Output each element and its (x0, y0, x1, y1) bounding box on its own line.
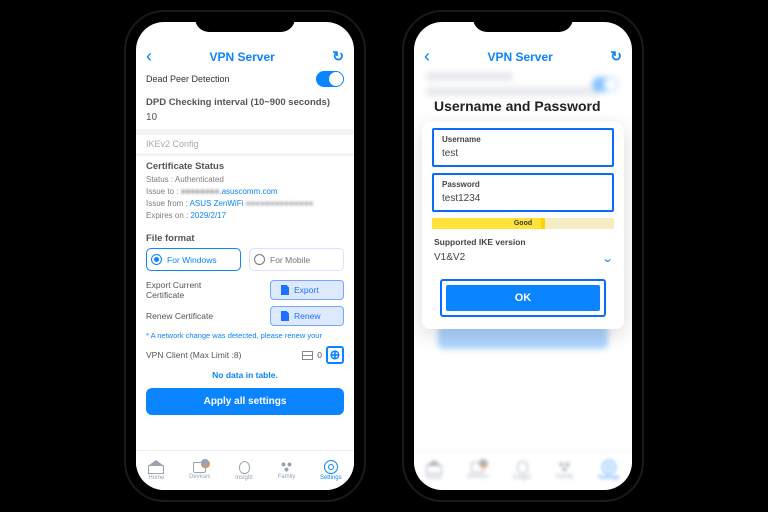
cert-issue-from: Issue from : ASUS ZenWiFi ■■■■■■■■■■■■■■ (146, 198, 344, 210)
ike-version-value: V1&V2 (434, 252, 465, 265)
refresh-icon[interactable]: ↻ (332, 48, 344, 65)
export-button[interactable]: Export (270, 280, 344, 300)
ikev2-config-label: IKEv2 Config (136, 135, 354, 153)
tab-family[interactable]: Family (278, 461, 296, 480)
document-icon (281, 285, 289, 295)
devices-badge: 1 (201, 460, 210, 468)
tab-insight[interactable]: Insight (513, 461, 531, 481)
password-strength: Good (432, 218, 614, 229)
dpd-label: Dead Peer Detection (146, 74, 230, 84)
vpn-client-row: VPN Client (Max Limit :8) 0 ⊕ (136, 340, 354, 366)
phone-right: ‹ VPN Server ↻ Username and Password Use… (404, 12, 642, 500)
header-title: VPN Server (209, 50, 274, 64)
renew-label: Renew Certificate (146, 311, 213, 321)
document-icon (281, 311, 289, 321)
screen-right: ‹ VPN Server ↻ Username and Password Use… (414, 22, 632, 490)
cert-lines: Status : Authenticated Issue to : ■■■■■■… (136, 174, 354, 228)
tab-settings[interactable]: Settings (320, 460, 342, 481)
cert-issue-to-link[interactable]: asuscomm.com (222, 187, 278, 196)
cert-status-label: Certificate Status (136, 156, 354, 174)
radio-icon (254, 254, 265, 265)
back-icon[interactable]: ‹ (146, 46, 152, 67)
home-icon (426, 465, 442, 474)
content: Dead Peer Detection DPD Checking interva… (136, 66, 354, 450)
dpd-interval-value[interactable]: 10 (136, 110, 354, 129)
tab-home[interactable]: Home (148, 460, 164, 481)
username-value: test (442, 144, 604, 159)
devices-icon: 1 (193, 462, 206, 473)
radio-label: For Windows (167, 255, 217, 265)
tab-home[interactable]: Home (426, 460, 442, 481)
tab-insight[interactable]: Insight (235, 461, 253, 481)
dpd-row: Dead Peer Detection (136, 66, 354, 92)
notch (195, 12, 295, 32)
devices-badge: 1 (479, 460, 488, 468)
cert-expires-link[interactable]: 2029/2/17 (190, 211, 226, 220)
tab-devices[interactable]: 1Devices (467, 462, 488, 480)
cert-issue-from-link[interactable]: ASUS ZenWiFi (190, 199, 244, 208)
dpd-toggle[interactable] (316, 71, 344, 87)
username-field[interactable]: Username test (432, 128, 614, 167)
notch (473, 12, 573, 32)
family-icon (557, 461, 572, 473)
table-icon (302, 351, 313, 360)
ok-button-highlight: OK (440, 279, 606, 317)
tab-bar: Home 1Devices Insight Family Settings (136, 450, 354, 490)
file-format-row: For Windows For Mobile (136, 246, 354, 277)
tab-bar: Home 1Devices Insight Family Settings (414, 450, 632, 490)
insight-icon (517, 461, 528, 474)
tab-family[interactable]: Family (556, 461, 574, 480)
no-data-label: No data in table. (136, 366, 354, 386)
password-field[interactable]: Password test1234 (432, 173, 614, 212)
renew-row: Renew Certificate Renew (136, 303, 354, 329)
username-label: Username (442, 135, 604, 144)
radio-for-windows[interactable]: For Windows (146, 248, 241, 271)
network-change-note: * A network change was detected, please … (136, 329, 354, 340)
password-label: Password (442, 180, 604, 189)
cert-issue-to: Issue to : ■■■■■■■■.asuscomm.com (146, 186, 344, 198)
tab-devices[interactable]: 1Devices (189, 462, 210, 480)
apply-all-settings-button[interactable]: Apply all settings (146, 388, 344, 415)
radio-label: For Mobile (270, 255, 310, 265)
file-format-label: File format (136, 228, 354, 246)
screen-left: ‹ VPN Server ↻ Dead Peer Detection DPD C… (136, 22, 354, 490)
credentials-modal: Username and Password Username test Pass… (422, 122, 624, 329)
export-label: Export Current Certificate (146, 280, 216, 300)
insight-icon (239, 461, 250, 474)
radio-icon (151, 254, 162, 265)
cert-status: Status : Authenticated (146, 174, 344, 186)
modal-title: Username and Password (422, 98, 613, 122)
vpn-client-count-group: 0 ⊕ (302, 346, 344, 364)
vpn-client-label: VPN Client (Max Limit :8) (146, 350, 241, 360)
password-value: test1234 (442, 189, 604, 204)
export-row: Export Current Certificate Export (136, 277, 354, 303)
ike-version-select[interactable]: V1&V2 ⌄ (422, 249, 624, 275)
tab-settings[interactable]: Settings (598, 460, 620, 481)
renew-button[interactable]: Renew (270, 306, 344, 326)
add-vpn-client-button[interactable]: ⊕ (326, 346, 344, 364)
chevron-down-icon: ⌄ (601, 252, 614, 265)
vpn-client-count: 0 (317, 350, 322, 360)
settings-icon (602, 460, 616, 474)
phone-left: ‹ VPN Server ↻ Dead Peer Detection DPD C… (126, 12, 364, 500)
cert-expires: Expires on : 2029/2/17 (146, 210, 344, 222)
ike-version-label: Supported IKE version (422, 229, 624, 249)
home-icon (148, 465, 164, 474)
devices-icon: 1 (471, 462, 484, 473)
radio-for-mobile[interactable]: For Mobile (249, 248, 344, 271)
settings-icon (324, 460, 338, 474)
ok-button[interactable]: OK (446, 285, 600, 311)
dpd-interval-label: DPD Checking interval (10~900 seconds) (136, 92, 354, 110)
family-icon (279, 461, 294, 473)
